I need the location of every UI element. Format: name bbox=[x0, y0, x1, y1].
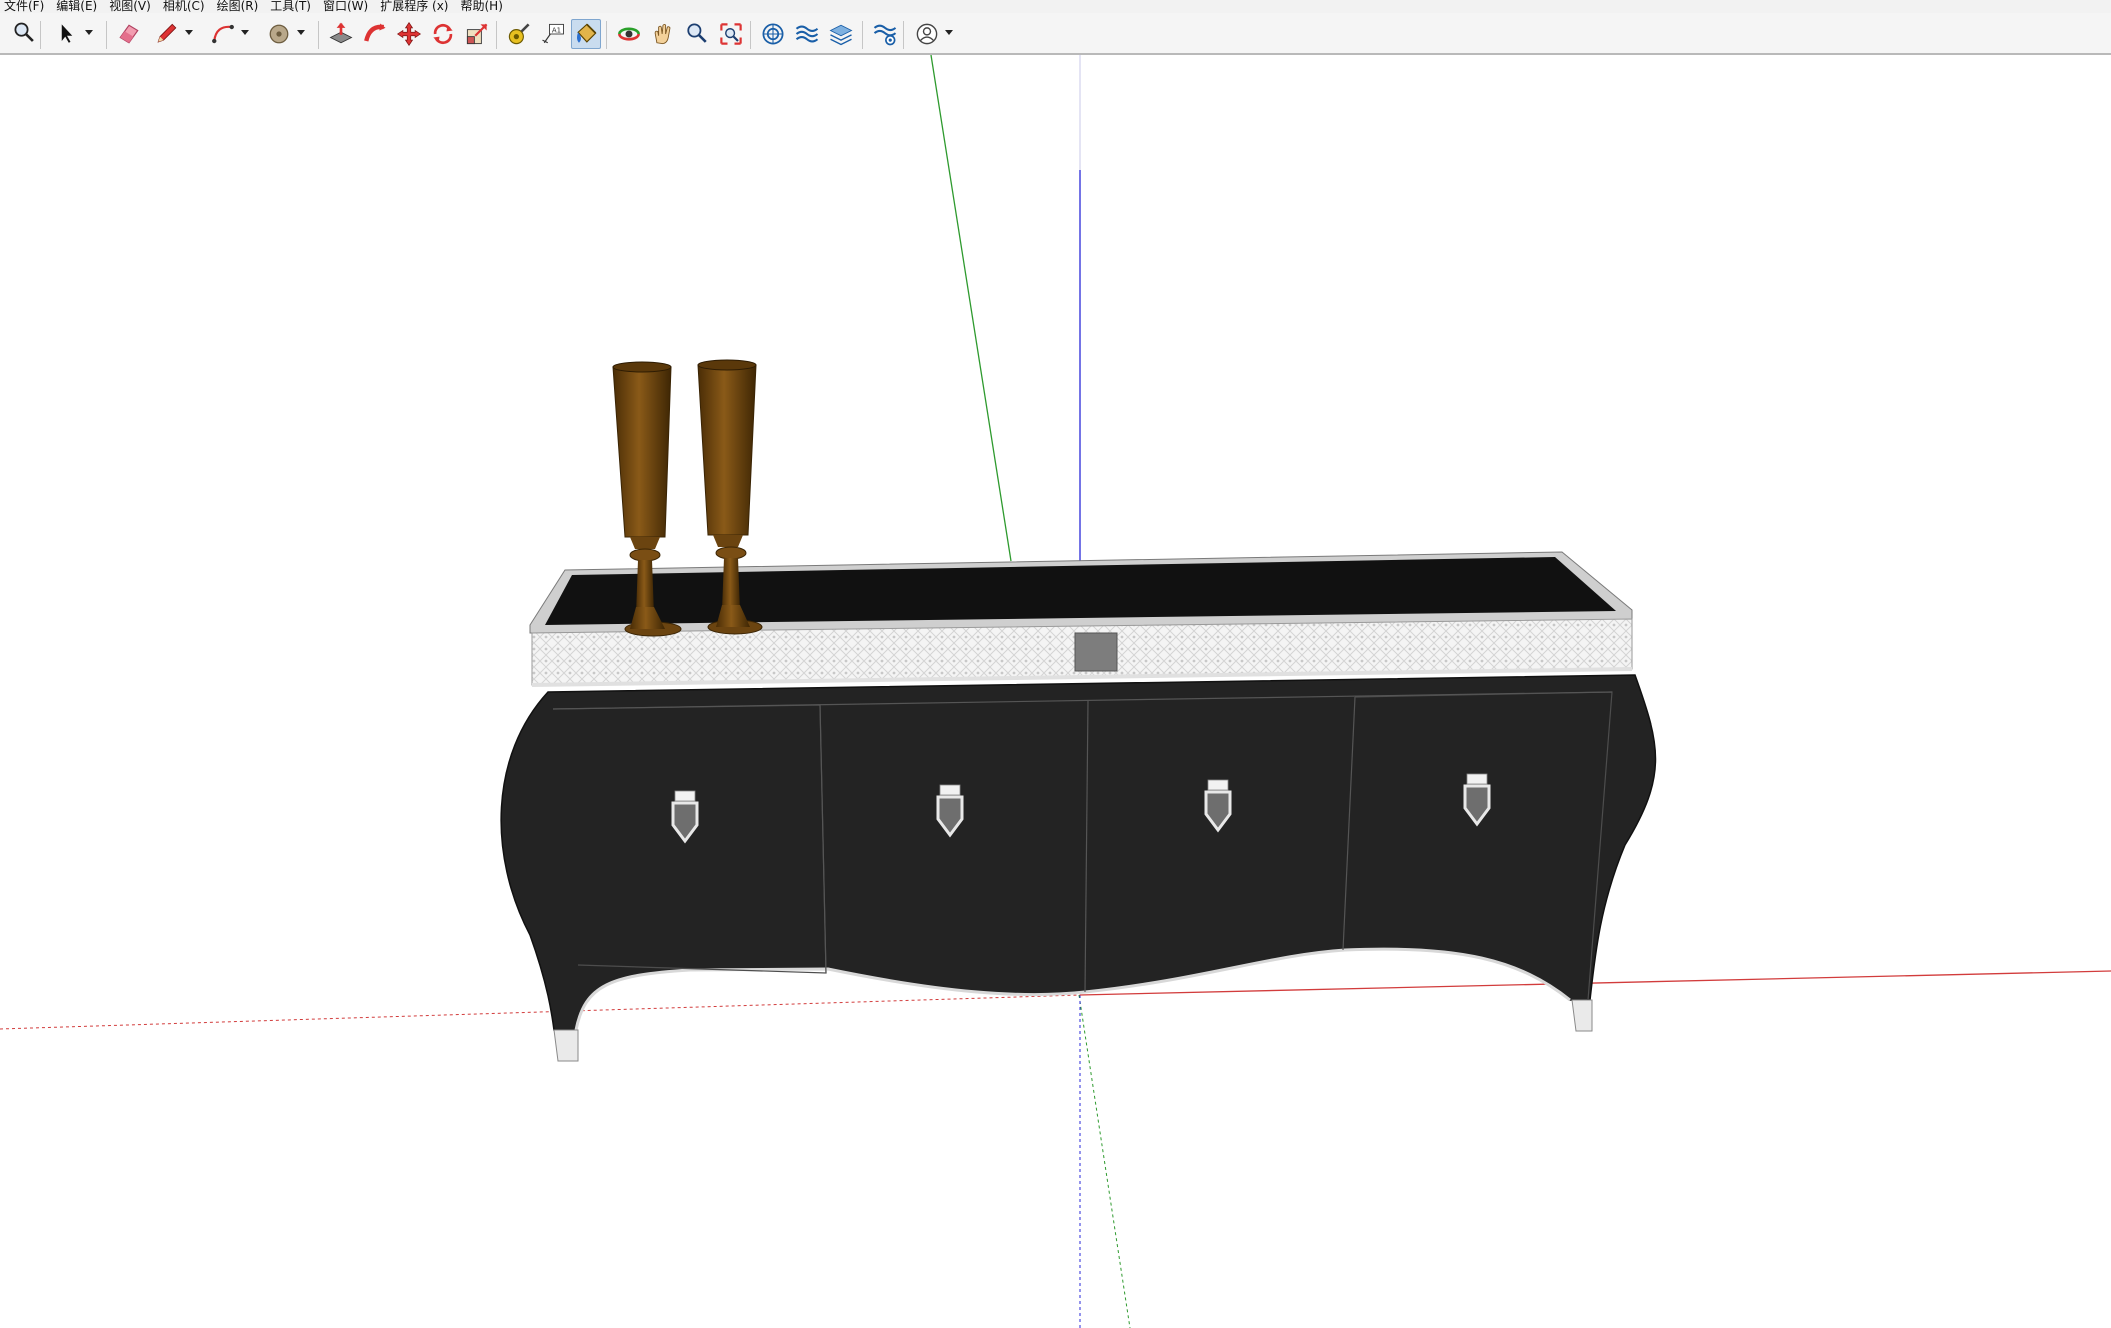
apron-center-plate bbox=[1074, 632, 1118, 672]
red-axis-positive bbox=[1079, 970, 2111, 996]
warehouse-tool-button[interactable] bbox=[758, 19, 788, 49]
extension-warehouse-icon bbox=[793, 20, 821, 48]
toolbar-separator bbox=[606, 21, 607, 49]
zoom-magnifier-icon bbox=[11, 20, 39, 48]
menu-item-6[interactable]: 窗口(W) bbox=[319, 0, 376, 13]
chevron-down-icon bbox=[943, 17, 955, 51]
rotate-tool-button[interactable] bbox=[428, 19, 458, 49]
circle-shape-dropdown-arrow[interactable] bbox=[295, 19, 307, 49]
layout-tool-button[interactable] bbox=[826, 19, 856, 49]
arc-dropdown-arrow[interactable] bbox=[239, 19, 251, 49]
menu-item-7[interactable]: 扩展程序 (x) bbox=[376, 0, 456, 13]
toolbar-separator bbox=[318, 21, 319, 49]
menu-item-8[interactable]: 帮助(H) bbox=[456, 0, 510, 13]
arc-tool-button[interactable] bbox=[208, 19, 238, 49]
toolbar-separator bbox=[862, 21, 863, 49]
pencil-line-icon bbox=[153, 20, 181, 48]
orbit-tool-button[interactable] bbox=[614, 19, 644, 49]
zoom-icon bbox=[683, 20, 711, 48]
circle-shape-icon bbox=[265, 20, 293, 48]
zoom-extents-tool-button[interactable] bbox=[716, 19, 746, 49]
pencil-line-tool-button[interactable] bbox=[152, 19, 182, 49]
menu-item-4[interactable]: 绘图(R) bbox=[213, 0, 267, 13]
green-axis-positive bbox=[930, 55, 1012, 562]
leg-front-left bbox=[553, 1029, 579, 1062]
menu-item-0[interactable]: 文件(F) bbox=[0, 0, 52, 13]
push-pull-tool-button[interactable] bbox=[326, 19, 356, 49]
push-pull-icon bbox=[327, 20, 355, 48]
menu-item-5[interactable]: 工具(T) bbox=[266, 0, 319, 13]
warehouse-icon bbox=[759, 20, 787, 48]
circle-shape-tool-button[interactable] bbox=[264, 19, 294, 49]
modeling-viewport[interactable] bbox=[0, 55, 2111, 1328]
eraser-icon bbox=[115, 20, 143, 48]
chevron-down-icon bbox=[239, 17, 251, 51]
user-account-icon bbox=[913, 20, 941, 48]
toolbar-separator bbox=[903, 21, 904, 49]
scale-icon bbox=[463, 20, 491, 48]
red-axis-negative bbox=[0, 994, 1081, 1030]
cabinet-body bbox=[500, 674, 1657, 1031]
orbit-icon bbox=[615, 20, 643, 48]
zoom-extents-icon bbox=[717, 20, 745, 48]
pencil-line-dropdown-arrow[interactable] bbox=[183, 19, 195, 49]
scale-tool-button[interactable] bbox=[462, 19, 492, 49]
toolbar-separator bbox=[106, 21, 107, 49]
eraser-tool-button[interactable] bbox=[114, 19, 144, 49]
zoom-magnifier-tool-button[interactable] bbox=[10, 19, 40, 49]
chevron-down-icon bbox=[295, 17, 307, 51]
toolbar-separator bbox=[496, 21, 497, 49]
move-icon bbox=[395, 20, 423, 48]
extension-manager-icon bbox=[871, 20, 899, 48]
select-arrow-dropdown-arrow[interactable] bbox=[83, 19, 95, 49]
text-tag-tool-button[interactable]: A1 bbox=[538, 19, 568, 49]
extension-warehouse-tool-button[interactable] bbox=[792, 19, 822, 49]
user-account-tool-button[interactable] bbox=[912, 19, 942, 49]
pan-hand-icon bbox=[649, 20, 677, 48]
green-axis-negative bbox=[1078, 994, 1131, 1328]
follow-me-icon bbox=[361, 20, 389, 48]
toolbar-separator bbox=[750, 21, 751, 49]
zoom-tool-button[interactable] bbox=[682, 19, 712, 49]
chevron-down-icon bbox=[83, 17, 95, 51]
layout-icon bbox=[827, 20, 855, 48]
rotate-icon bbox=[429, 20, 457, 48]
scene-canvas bbox=[0, 55, 2111, 1328]
menu-bar: 文件(F) 编辑(E) 视图(V) 相机(C) 绘图(R) 工具(T) 窗口(W) 扩展程序 … bbox=[0, 0, 2111, 13]
paint-bucket-icon bbox=[572, 20, 600, 48]
tape-measure-tool-button[interactable] bbox=[504, 19, 534, 49]
extension-manager-tool-button[interactable] bbox=[870, 19, 900, 49]
arc-icon bbox=[209, 20, 237, 48]
paint-bucket-tool-button[interactable] bbox=[571, 19, 601, 49]
pan-hand-tool-button[interactable] bbox=[648, 19, 678, 49]
text-tag-icon: A1 bbox=[539, 20, 567, 48]
select-arrow-icon bbox=[53, 20, 81, 48]
follow-me-tool-button[interactable] bbox=[360, 19, 390, 49]
menu-item-2[interactable]: 视图(V) bbox=[105, 0, 159, 13]
toolbar-separator bbox=[40, 21, 41, 49]
tape-measure-icon bbox=[505, 20, 533, 48]
move-tool-button[interactable] bbox=[394, 19, 424, 49]
leg-front-right bbox=[1571, 999, 1593, 1032]
menu-item-1[interactable]: 编辑(E) bbox=[52, 0, 105, 13]
main-toolbar: A1 bbox=[0, 13, 2111, 55]
select-arrow-tool-button[interactable] bbox=[52, 19, 82, 49]
svg-text:A1: A1 bbox=[552, 26, 561, 34]
menu-item-3[interactable]: 相机(C) bbox=[159, 0, 213, 13]
chevron-down-icon bbox=[183, 17, 195, 51]
user-account-dropdown-arrow[interactable] bbox=[943, 19, 955, 49]
